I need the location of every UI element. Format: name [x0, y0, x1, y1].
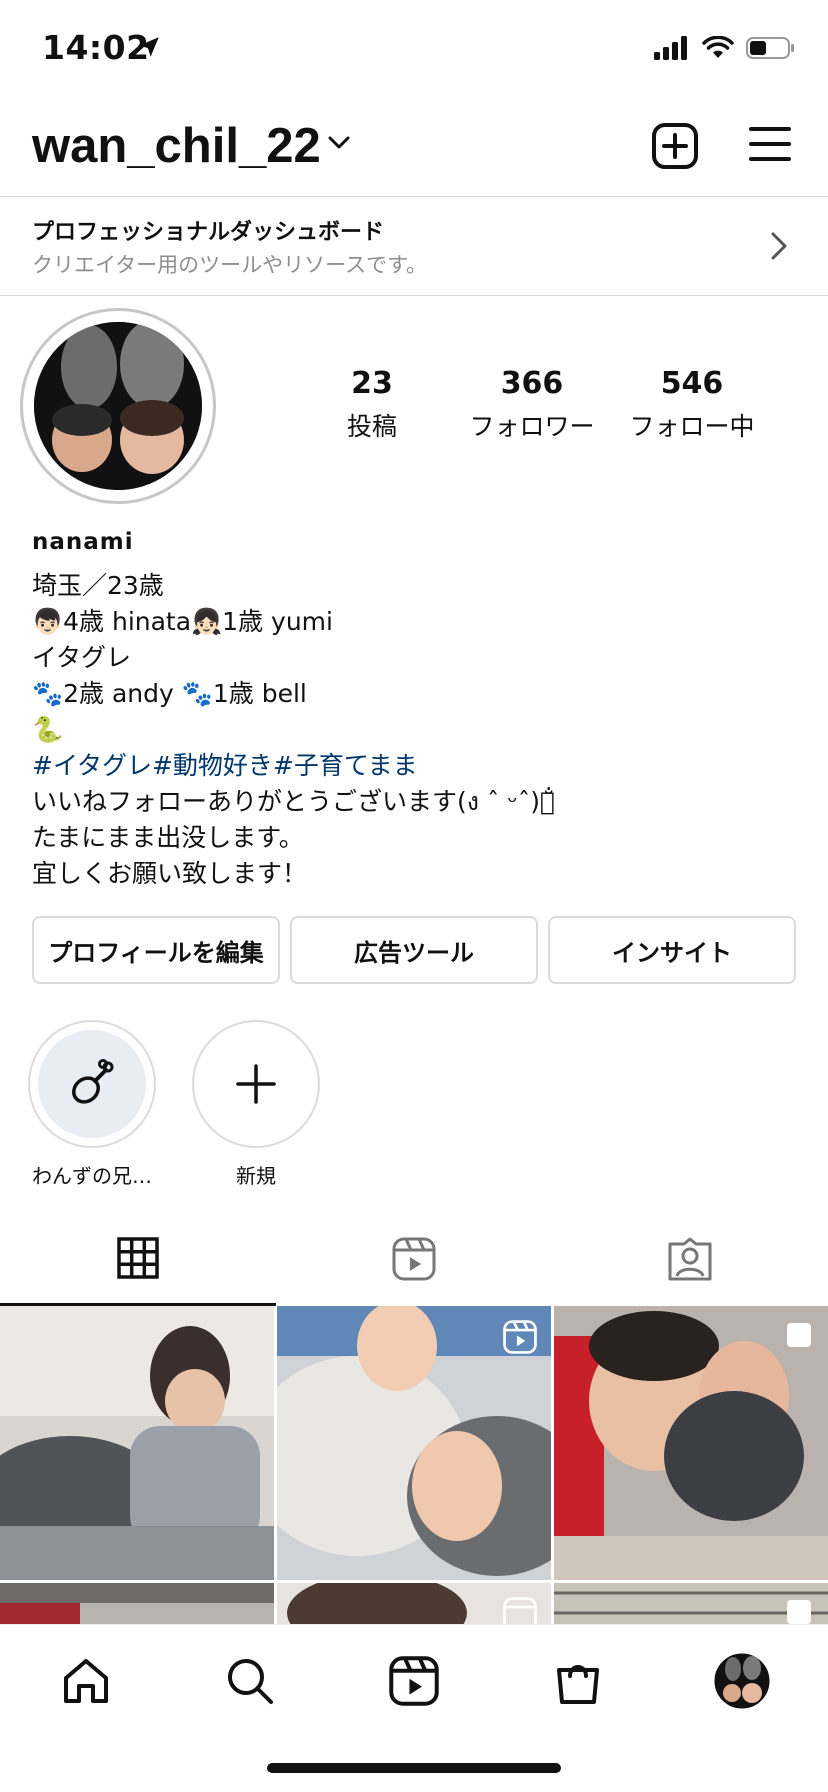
highlight-cover	[38, 1030, 146, 1138]
bio-line: 👦🏻4歳 hinata👧🏻1歳 yumi	[32, 607, 333, 636]
tagged-icon	[667, 1236, 713, 1286]
home-indicator	[267, 1763, 561, 1773]
post-thumbnail[interactable]	[0, 1583, 274, 1624]
stat-posts[interactable]: 23 投稿	[322, 366, 422, 443]
new-post-button[interactable]	[651, 122, 699, 174]
stat-followers[interactable]: 366 フォロワー	[462, 366, 602, 443]
stat-following[interactable]: 546 フォロー中	[622, 366, 762, 443]
posts-grid	[0, 1306, 828, 1624]
drumstick-icon	[72, 1059, 114, 1104]
tab-tagged[interactable]	[552, 1216, 828, 1306]
post-thumbnail[interactable]	[554, 1583, 828, 1624]
reels-icon	[389, 1656, 439, 1710]
bio-line: いいねフォローありがとうございます(ง ˆ ᵕˆ)ว̐	[32, 787, 555, 816]
location-arrow-icon	[136, 34, 162, 64]
shop-icon	[554, 1656, 602, 1710]
status-time: 14:02	[42, 28, 150, 67]
menu-button[interactable]	[748, 124, 792, 168]
post-thumbnail[interactable]	[554, 1306, 828, 1580]
dashboard-title: プロフェッショナルダッシュボード	[32, 220, 385, 245]
post-thumbnail[interactable]	[0, 1306, 274, 1580]
chevron-down-icon[interactable]	[326, 134, 352, 156]
carousel-badge-icon	[784, 1597, 814, 1624]
bio-line: 🐍	[32, 715, 64, 744]
bio-line: たまにまま出没します。	[32, 823, 304, 852]
profile-bio: nanami 埼玉／23歳 👦🏻4歳 hinata👧🏻1歳 yumi イタグレ …	[32, 524, 802, 892]
bio-line: イタグレ	[32, 643, 132, 672]
posts-count: 23	[351, 366, 393, 401]
nav-search[interactable]	[214, 1647, 286, 1719]
reel-badge-icon	[503, 1597, 537, 1624]
signal-icon	[654, 36, 690, 64]
followers-label: フォロワー	[469, 412, 595, 441]
highlight-ring	[28, 1020, 156, 1148]
nav-shop[interactable]	[542, 1647, 614, 1719]
highlight-label: わんずの兄…	[32, 1164, 152, 1188]
display-name: nanami	[32, 529, 134, 555]
followers-count: 366	[500, 366, 564, 401]
posts-label: 投稿	[346, 412, 397, 441]
grid-icon	[117, 1236, 159, 1283]
bio-line: 宜しくお願い致します！	[32, 859, 308, 888]
bottom-navigation	[0, 1624, 828, 1792]
insights-button[interactable]: インサイト	[548, 916, 796, 984]
bio-hashtags[interactable]: #イタグレ#動物好き#子育てまま	[32, 748, 802, 784]
username-switcher[interactable]: wan_chil_22	[32, 118, 321, 174]
reel-badge-icon	[503, 1320, 537, 1358]
edit-profile-button[interactable]: プロフィールを編集	[32, 916, 280, 984]
following-label: フォロー中	[629, 412, 755, 441]
wifi-icon	[702, 35, 734, 64]
nav-home[interactable]	[50, 1647, 122, 1719]
highlight-label: 新規	[236, 1164, 276, 1188]
ad-tools-button[interactable]: 広告ツール	[290, 916, 538, 984]
bio-line: 🐾2歳 andy 🐾1歳 bell	[32, 679, 307, 708]
carousel-badge-icon	[784, 1320, 814, 1354]
reels-icon	[392, 1237, 436, 1285]
plus-icon	[236, 1064, 276, 1108]
profile-header: wan_chil_22	[0, 100, 828, 196]
chevron-right-icon	[770, 231, 788, 265]
dashboard-subtitle: クリエイター用のツールやリソースです。	[32, 253, 428, 277]
highlight-ring	[192, 1020, 320, 1148]
post-thumbnail[interactable]	[277, 1583, 551, 1624]
post-thumbnail[interactable]	[277, 1306, 551, 1580]
professional-dashboard[interactable]: プロフェッショナルダッシュボード クリエイター用のツールやリソースです。	[0, 196, 828, 296]
new-highlight-button[interactable]: 新規	[191, 1020, 321, 1189]
status-indicators	[654, 35, 796, 64]
tab-grid[interactable]	[0, 1216, 276, 1306]
battery-icon	[746, 36, 796, 64]
profile-tabs	[0, 1216, 828, 1306]
following-count: 546	[660, 366, 724, 401]
story-highlight[interactable]: わんずの兄…	[27, 1020, 157, 1189]
nav-reels[interactable]	[378, 1647, 450, 1719]
profile-avatar[interactable]	[20, 308, 216, 504]
search-icon	[225, 1656, 275, 1710]
status-bar: 14:02	[0, 0, 828, 96]
nav-profile[interactable]	[706, 1647, 778, 1719]
avatar-image	[34, 322, 202, 490]
bio-line: 埼玉／23歳	[32, 571, 164, 600]
tab-reels[interactable]	[276, 1216, 552, 1306]
profile-avatar	[714, 1653, 770, 1713]
home-icon	[61, 1656, 111, 1710]
